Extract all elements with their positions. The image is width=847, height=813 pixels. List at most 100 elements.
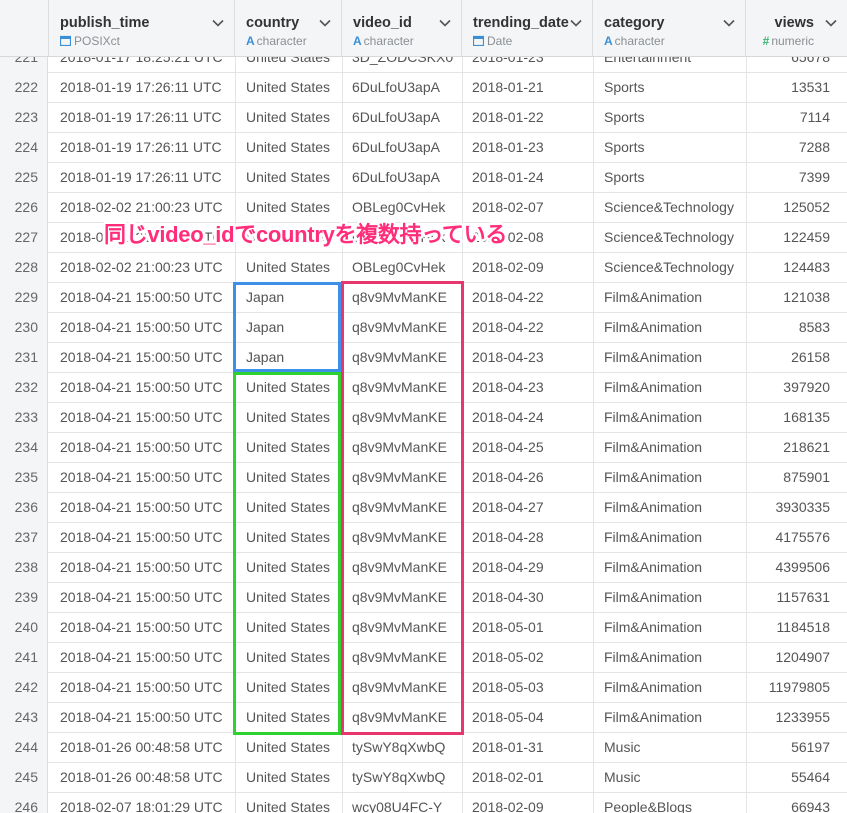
column-divider (746, 0, 747, 813)
column-name: country (246, 15, 300, 31)
publish-time-cell: 2018-04-21 15:00:50 UTC (60, 289, 223, 305)
trending-date-cell: 2018-01-22 (472, 109, 544, 125)
trending-date-cell: 2018-04-25 (472, 439, 544, 455)
category-cell: Film&Animation (604, 439, 703, 455)
column-name: video_id (353, 15, 412, 31)
numeric-type-icon: # (762, 34, 770, 48)
publish-time-cell: 2018-01-19 17:26:11 UTC (60, 109, 222, 125)
category-cell: Music (604, 739, 641, 755)
united-states-highlight-box (233, 372, 341, 735)
column-header-country[interactable]: country Acharacter (235, 0, 342, 56)
views-cell: 124483 (783, 259, 830, 275)
table-row[interactable]: 246 2018-02-07 18:01:29 UTC United States w… (0, 793, 847, 813)
category-cell: Music (604, 769, 641, 785)
views-cell: 26158 (791, 349, 830, 365)
category-cell: Film&Animation (604, 709, 703, 725)
trending-date-cell: 2018-05-02 (472, 649, 544, 665)
video-id-highlight-box (341, 281, 464, 735)
row-index: 241 (0, 643, 48, 673)
table-row[interactable]: 228 2018-02-02 21:00:23 UTC United States O… (0, 253, 847, 283)
row-index: 243 (0, 703, 48, 733)
column-name: category (604, 15, 665, 31)
chevron-down-icon[interactable] (722, 16, 736, 30)
trending-date-cell: 2018-02-01 (472, 769, 544, 785)
publish-time-cell: 2018-04-21 15:00:50 UTC (60, 589, 223, 605)
publish-time-cell: 2018-04-21 15:00:50 UTC (60, 679, 223, 695)
publish-time-cell: 2018-04-21 15:00:50 UTC (60, 559, 223, 575)
views-cell: 7114 (799, 109, 830, 125)
category-cell: Film&Animation (604, 289, 703, 305)
video-id-cell: 6DuLfoU3apA (352, 139, 440, 155)
row-index: 226 (0, 193, 48, 223)
table-row[interactable]: 225 2018-01-19 17:26:11 UTC United States 6… (0, 163, 847, 193)
publish-time-cell: 2018-04-21 15:00:50 UTC (60, 709, 223, 725)
country-cell: United States (246, 169, 331, 185)
trending-date-cell: 2018-04-23 (472, 379, 544, 395)
views-cell: 1157631 (776, 589, 830, 605)
category-cell: Film&Animation (604, 469, 703, 485)
table-row[interactable]: 224 2018-01-19 17:26:11 UTC United States 6… (0, 133, 847, 163)
row-index: 246 (0, 793, 48, 813)
column-type: Date (472, 34, 512, 48)
category-cell: Film&Animation (604, 379, 703, 395)
table-row[interactable]: 244 2018-01-26 00:48:58 UTC United States t… (0, 733, 847, 763)
chevron-down-icon[interactable] (438, 16, 452, 30)
row-index: 244 (0, 733, 48, 763)
column-header-publish-time[interactable]: publish_time POSIXct (49, 0, 235, 56)
views-cell: 125052 (783, 199, 830, 215)
category-cell: Film&Animation (604, 499, 703, 515)
publish-time-cell: 2018-04-21 15:00:50 UTC (60, 469, 223, 485)
category-cell: Film&Animation (604, 409, 703, 425)
column-name: views (774, 15, 815, 31)
row-index: 235 (0, 463, 48, 493)
row-index: 238 (0, 553, 48, 583)
table-row[interactable]: 245 2018-01-26 00:48:58 UTC United States t… (0, 763, 847, 793)
chevron-down-icon[interactable] (211, 16, 225, 30)
country-cell: United States (246, 769, 331, 785)
country-cell: United States (246, 259, 331, 275)
trending-date-cell: 2018-04-22 (472, 289, 544, 305)
publish-time-cell: 2018-04-21 15:00:50 UTC (60, 529, 223, 545)
row-index: 245 (0, 763, 48, 793)
country-cell: United States (246, 139, 331, 155)
category-cell: Sports (604, 109, 645, 125)
table-row[interactable]: 222 2018-01-19 17:26:11 UTC United States 6… (0, 73, 847, 103)
views-cell: 7288 (798, 139, 830, 155)
column-header-video-id[interactable]: video_id Acharacter (342, 0, 462, 56)
trending-date-cell: 2018-04-24 (472, 409, 544, 425)
views-cell: 11979805 (768, 679, 830, 695)
category-cell: Film&Animation (604, 679, 703, 695)
category-cell: Film&Animation (604, 529, 703, 545)
table-row[interactable]: 223 2018-01-19 17:26:11 UTC United States 6… (0, 103, 847, 133)
category-cell: Film&Animation (604, 619, 703, 635)
chevron-down-icon[interactable] (824, 16, 838, 30)
video-id-cell: 6DuLfoU3apA (352, 169, 440, 185)
trending-date-cell: 2018-04-29 (472, 559, 544, 575)
calendar-icon (472, 35, 485, 47)
column-header-category[interactable]: category Acharacter (593, 0, 746, 56)
category-cell: Science&Technology (604, 229, 734, 245)
column-header-views[interactable]: views # numeric (746, 0, 847, 56)
annotation-label: 同じvideo_idでcountryを複数持っている (104, 222, 508, 247)
chevron-down-icon[interactable] (569, 16, 583, 30)
views-cell: 121038 (783, 289, 830, 305)
row-index: 237 (0, 523, 48, 553)
trending-date-cell: 2018-01-23 (472, 139, 544, 155)
row-index: 236 (0, 493, 48, 523)
category-cell: Film&Animation (604, 649, 703, 665)
column-type: Acharacter (246, 34, 307, 48)
row-index: 234 (0, 433, 48, 463)
trending-date-cell: 2018-05-03 (472, 679, 544, 695)
trending-date-cell: 2018-01-21 (472, 79, 544, 95)
video-id-cell: tySwY8qXwbQ (352, 739, 446, 755)
row-index: 228 (0, 253, 48, 283)
publish-time-cell: 2018-01-19 17:26:11 UTC (60, 79, 222, 95)
japan-highlight-box (233, 282, 341, 372)
row-index: 227 (0, 223, 48, 253)
row-index-header (0, 0, 49, 56)
views-cell: 4175576 (775, 529, 830, 545)
chevron-down-icon[interactable] (318, 16, 332, 30)
publish-time-cell: 2018-04-21 15:00:50 UTC (60, 379, 223, 395)
column-header-trending-date[interactable]: trending_date Date (462, 0, 593, 56)
category-cell: Film&Animation (604, 559, 703, 575)
